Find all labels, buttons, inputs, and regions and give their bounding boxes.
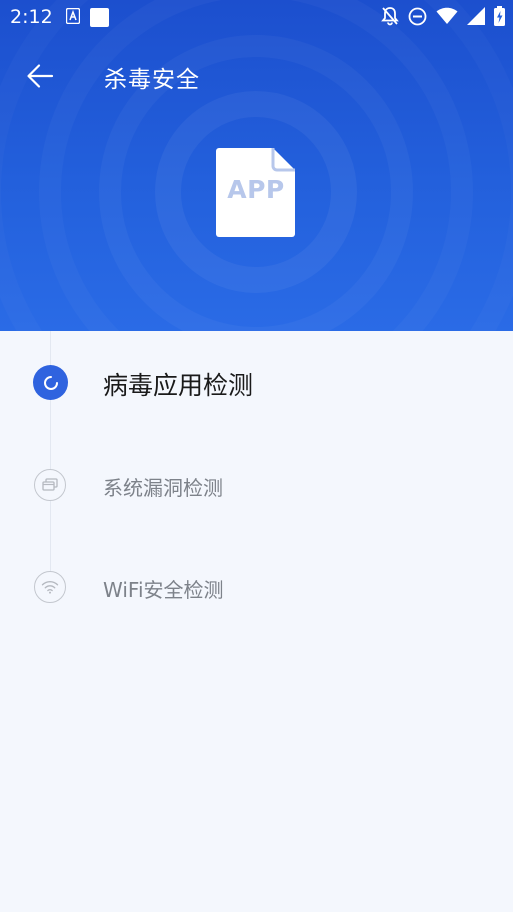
scan-step-label: WiFi安全检测 [103, 578, 224, 602]
scan-step-wifi: WiFi安全检测 [0, 557, 513, 617]
cell-signal-icon [467, 7, 485, 25]
page-title: 杀毒安全 [104, 67, 200, 93]
bell-off-icon [381, 6, 399, 26]
header-banner: 2:12 杀毒安全 APP [0, 0, 513, 331]
scan-step-virus-app: 病毒应用检测 [0, 352, 513, 412]
notification-icons [66, 8, 109, 27]
a-notification-icon [66, 8, 80, 27]
battery-charging-icon [494, 6, 505, 26]
back-button[interactable] [18, 56, 62, 96]
loading-spinner-icon [33, 365, 68, 400]
system-window-icon [34, 469, 66, 501]
wifi-signal-icon [436, 7, 458, 25]
status-bar: 2:12 [0, 0, 513, 34]
arrow-left-icon [27, 64, 54, 88]
app-label: APP [227, 175, 285, 204]
scan-step-label: 病毒应用检测 [103, 371, 254, 400]
square-notification-icon [90, 8, 109, 27]
app-document-icon: APP [216, 147, 296, 237]
system-status-icons [381, 6, 505, 26]
scan-step-system-vuln: 系统漏洞检测 [0, 455, 513, 515]
wifi-icon [34, 571, 66, 603]
app-bar: 杀毒安全 [0, 44, 513, 106]
do-not-disturb-icon [408, 7, 427, 26]
scan-step-label: 系统漏洞检测 [103, 476, 223, 500]
status-time: 2:12 [10, 6, 53, 28]
